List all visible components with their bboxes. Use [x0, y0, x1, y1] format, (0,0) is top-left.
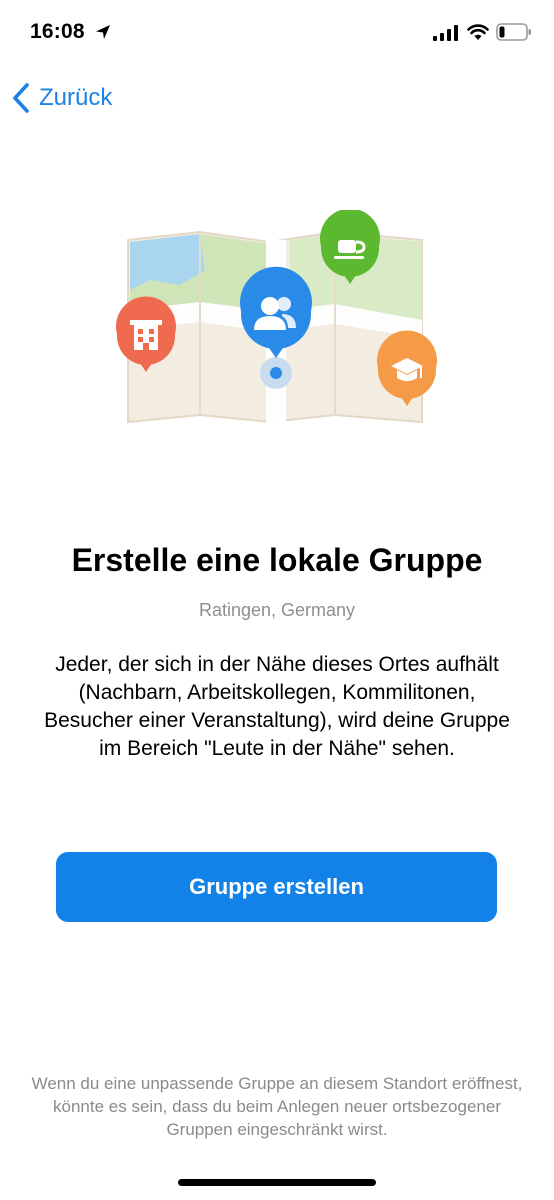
- cellular-signal-icon: [433, 25, 458, 41]
- footer-note: Wenn du eine unpassende Gruppe an diesem…: [31, 1074, 523, 1139]
- description-text: Jeder, der sich in der Nähe dieses Ortes…: [44, 653, 510, 760]
- page-title: Erstelle eine lokale Gruppe: [71, 542, 483, 578]
- back-label: Zurück: [39, 84, 113, 111]
- back-button[interactable]: Zurück: [10, 78, 112, 118]
- current-location-dot: [260, 357, 292, 389]
- create-group-button-label: Gruppe erstellen: [189, 874, 364, 899]
- wifi-icon: [467, 24, 489, 40]
- location-label: Ratingen, Germany: [198, 600, 356, 620]
- map-illustration: [116, 210, 437, 424]
- status-bar: 16:08: [0, 0, 554, 70]
- chevron-left-icon: [13, 83, 29, 113]
- create-group-button[interactable]: Gruppe erstellen: [56, 852, 497, 922]
- home-indicator[interactable]: [178, 1179, 376, 1186]
- battery-icon: [496, 23, 531, 41]
- status-time: 16:08: [30, 20, 85, 43]
- location-arrow-icon: [96, 25, 110, 39]
